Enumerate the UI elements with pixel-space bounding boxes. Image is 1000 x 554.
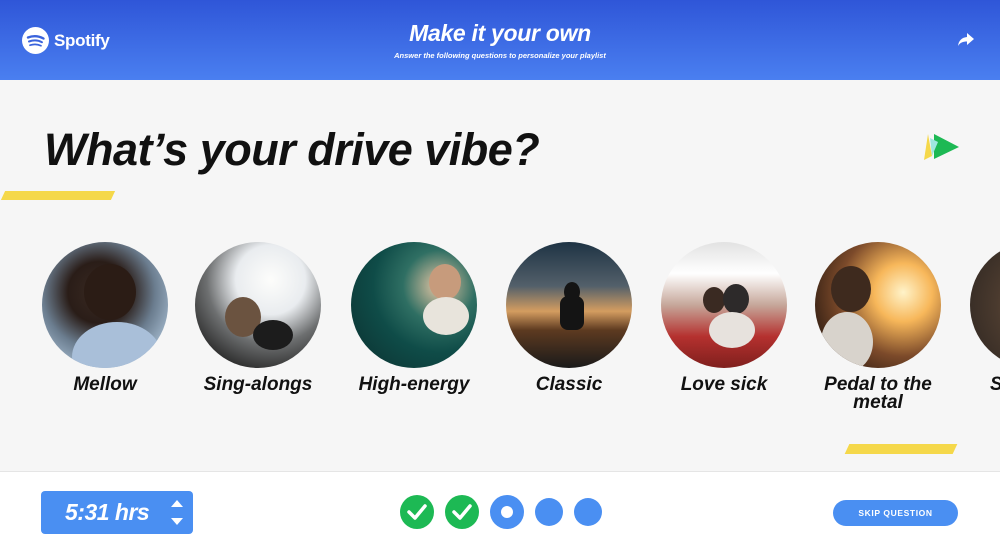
share-button[interactable] (957, 32, 975, 48)
trip-duration-stepper[interactable]: 5:31 hrs (41, 491, 193, 534)
decorative-stripe (0, 191, 116, 200)
vibe-label: S (958, 375, 1000, 394)
vibe-label: Mellow (73, 374, 137, 395)
decorative-stripe (844, 444, 958, 454)
vibe-option-love-sick[interactable]: Love sick (649, 242, 799, 394)
progress-step-pending (535, 498, 563, 526)
vibe-label: Classic (535, 374, 603, 395)
share-arrow-icon (958, 33, 974, 46)
vibe-option-high-energy[interactable]: High-energy (339, 242, 489, 394)
duration-value: 5:31 hrs (65, 499, 150, 525)
vibe-image (195, 242, 321, 368)
question-progress (400, 495, 602, 529)
vibe-label: High-energy (358, 374, 470, 395)
page-subtitle: Answer the following questions to person… (394, 51, 606, 60)
progress-step-completed (400, 495, 434, 529)
increase-arrow-icon[interactable] (171, 500, 183, 507)
progress-step-completed (445, 495, 479, 529)
vibe-image (970, 242, 1000, 368)
vibe-label: Love sick (680, 374, 768, 395)
page-title: Make it your own (409, 20, 591, 46)
vibe-label: Sing-alongs (203, 374, 313, 395)
page: Spotify Make it your own Answer the foll… (0, 0, 1000, 554)
vibe-image (661, 242, 787, 368)
progress-step-current (490, 495, 524, 529)
vibe-option-sing-alongs[interactable]: Sing-alongs (183, 242, 333, 394)
check-icon (452, 504, 472, 520)
footer: 5:31 hrs SKIP QUESTION (0, 471, 1000, 554)
vibe-option-mellow[interactable]: Mellow (30, 242, 180, 394)
check-icon (407, 504, 427, 520)
main-content: What’s your drive vibe? Mellow Sing-alon… (0, 80, 1000, 471)
progress-step-pending (574, 498, 602, 526)
vibe-image (506, 242, 632, 368)
vibe-option-classic[interactable]: Classic (494, 242, 644, 394)
vibe-image (815, 242, 941, 368)
skip-question-button[interactable]: SKIP QUESTION (833, 500, 958, 526)
decrease-arrow-icon[interactable] (171, 518, 183, 525)
vibe-option-partial[interactable]: S (958, 242, 1000, 394)
vibe-option-pedal-to-the-metal[interactable]: Pedal to the metal (803, 242, 953, 412)
question-heading: What’s your drive vibe? (44, 124, 540, 175)
vibe-options: Mellow Sing-alongs High-energy Classic L… (0, 242, 1000, 422)
vibe-image (351, 242, 477, 368)
vibe-label: Pedal to the metal (824, 374, 932, 413)
header: Spotify Make it your own Answer the foll… (0, 0, 1000, 80)
vibe-image (42, 242, 168, 368)
play-triangle-icon (922, 132, 960, 162)
